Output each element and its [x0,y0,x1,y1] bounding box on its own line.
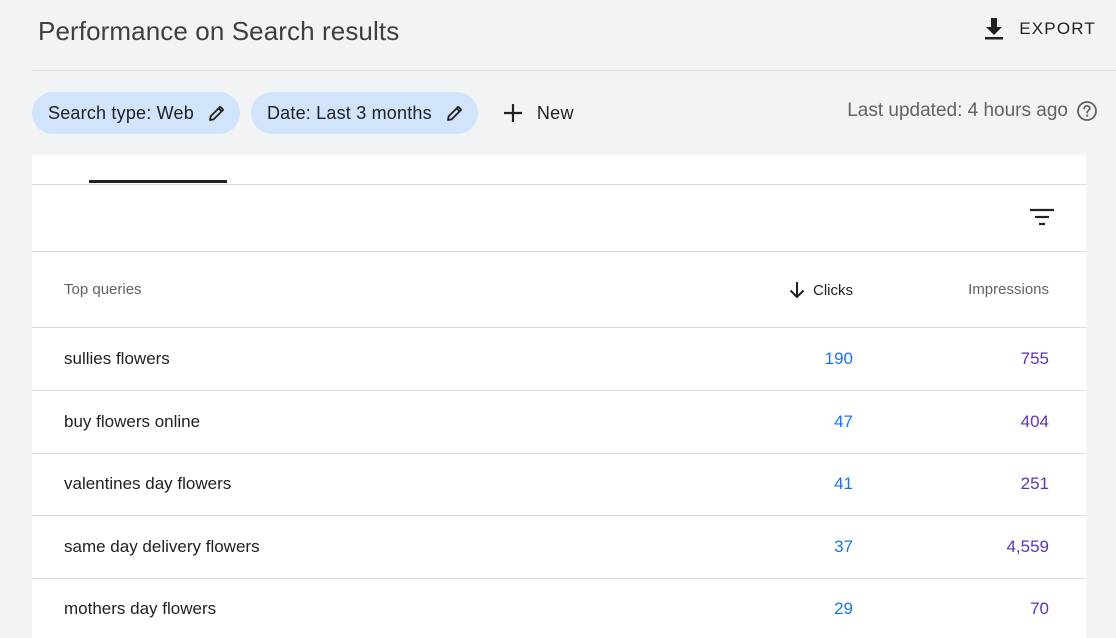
tab-bar [32,155,1086,185]
edit-pencil-icon[interactable] [208,104,226,122]
impressions-cell: 4,559 [1006,537,1049,556]
table-row[interactable]: valentines day flowers 41 251 [32,453,1086,516]
download-icon [985,18,1004,40]
table-row[interactable]: mothers day flowers 29 70 [32,578,1086,638]
query-cell: buy flowers online [64,412,201,431]
column-header-queries[interactable]: Top queries [64,281,142,298]
impressions-cell: 404 [1020,412,1049,431]
column-header-impressions[interactable]: Impressions [968,281,1049,298]
table-row[interactable]: sullies flowers 190 755 [32,328,1086,391]
clicks-header-label: Clicks [813,281,853,299]
arrow-down-icon [789,282,805,299]
query-cell: mothers day flowers [64,599,217,618]
edit-pencil-icon[interactable] [446,104,464,122]
impressions-cell: 70 [1030,599,1049,618]
table-row[interactable]: buy flowers online 47 404 [32,391,1086,454]
clicks-cell: 29 [834,599,853,618]
page-title: Performance on Search results [38,16,400,46]
chip-label: Date: Last 3 months [266,102,432,123]
export-button[interactable]: EXPORT [983,14,1096,44]
new-filter-button[interactable]: New [503,92,574,134]
header: Performance on Search results EXPORT [32,0,1116,71]
table-row[interactable]: same day delivery flowers 37 4,559 [32,516,1086,579]
impressions-cell: 755 [1020,349,1049,368]
impressions-cell: 251 [1020,474,1049,493]
queries-card: Top queries Clicks Impressions sullies f… [32,155,1086,638]
page: Performance on Search results EXPORT Sea… [0,0,1116,638]
clicks-cell: 190 [824,349,853,368]
last-updated: Last updated: 4 hours ago [847,100,1098,122]
query-cell: same day delivery flowers [64,537,260,556]
clicks-cell: 41 [834,474,853,493]
plus-icon [503,104,522,122]
new-label: New [536,102,574,123]
filter-row: Search type: Web Date: Last 3 months New [32,92,574,134]
clicks-cell: 47 [834,412,853,431]
clicks-cell: 37 [834,537,853,556]
table-header: Top queries Clicks Impressions [32,252,1086,328]
last-updated-text: Last updated: 4 hours ago [847,100,1068,121]
search-type-chip[interactable]: Search type: Web [32,92,240,134]
export-label: EXPORT [1019,19,1096,38]
query-cell: sullies flowers [64,349,170,368]
filter-rows-icon[interactable] [1028,203,1056,231]
table-toolbar [32,185,1086,252]
chip-label: Search type: Web [48,102,194,123]
date-chip[interactable]: Date: Last 3 months [250,92,478,134]
column-header-clicks[interactable]: Clicks [789,281,853,299]
active-tab-indicator [89,180,227,183]
query-cell: valentines day flowers [64,474,232,493]
help-circle-icon[interactable] [1076,100,1098,122]
